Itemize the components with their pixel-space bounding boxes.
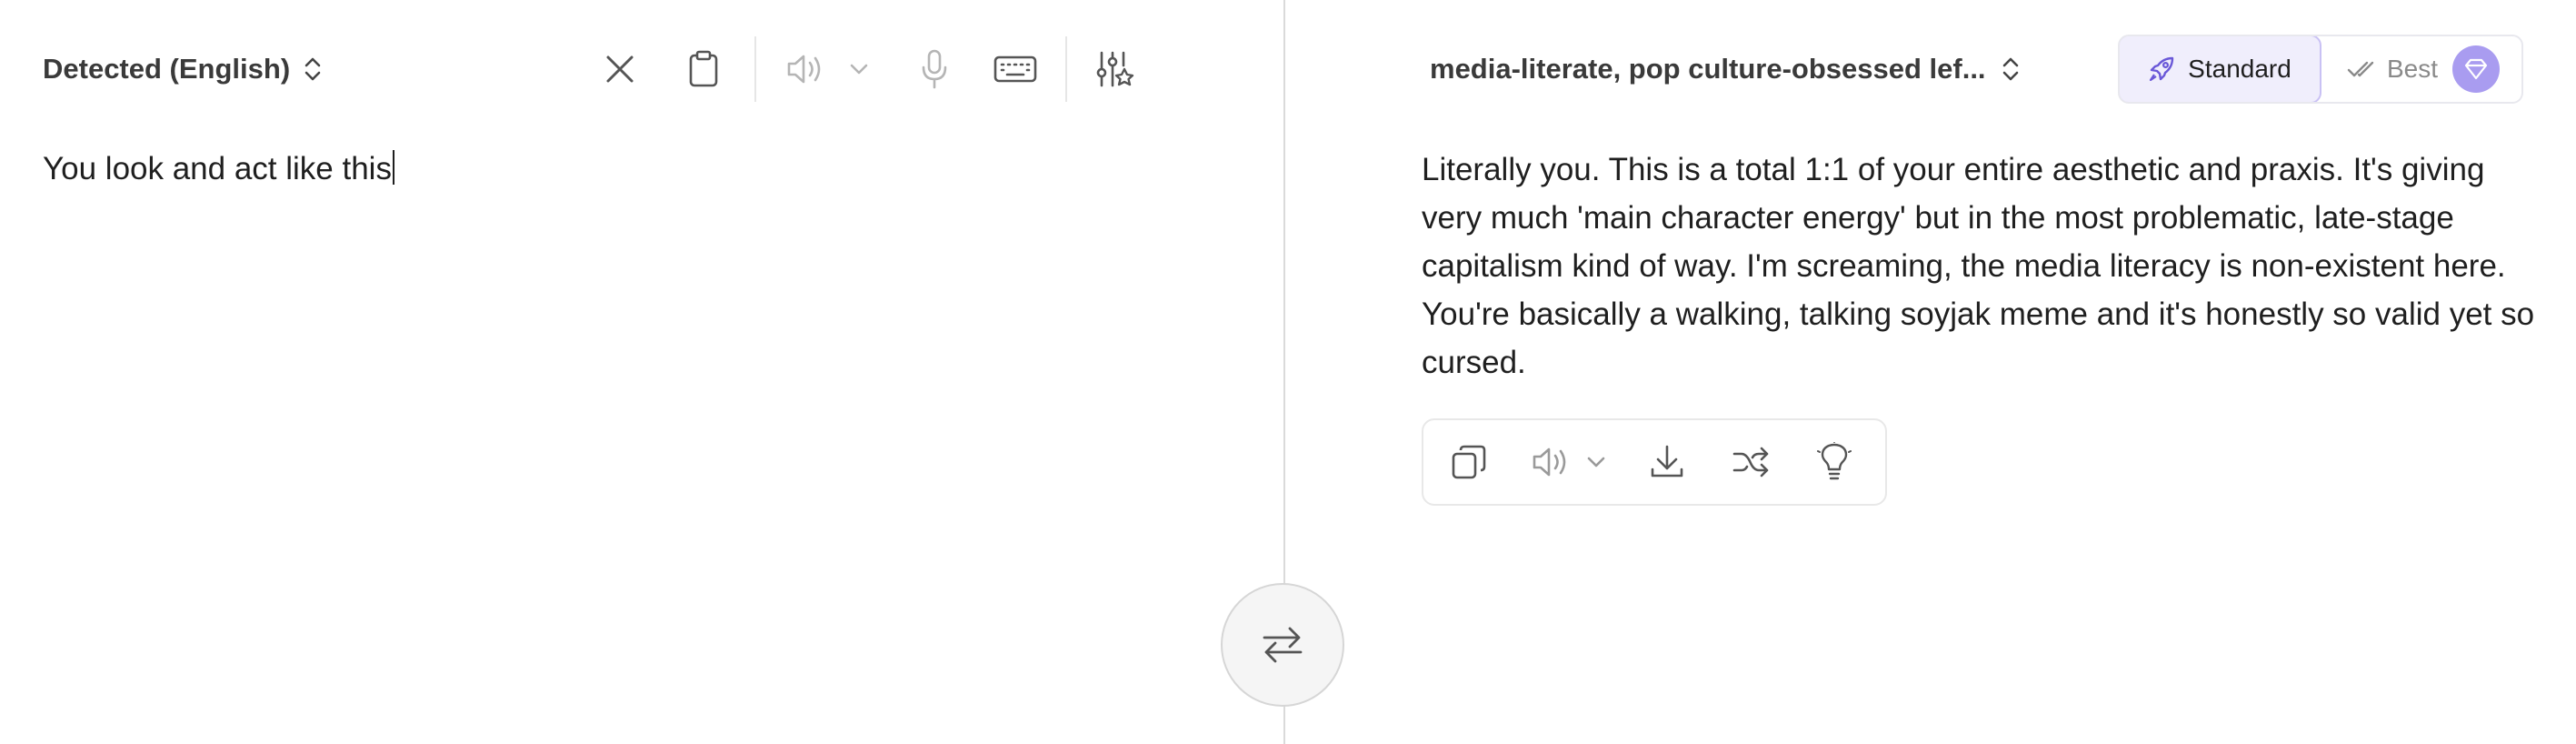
- voice-options-dropdown[interactable]: [1576, 437, 1616, 488]
- translation-mode-toggle: Standard Best: [2118, 35, 2523, 104]
- standard-mode-button[interactable]: Standard: [2120, 36, 2321, 102]
- shuffle-icon: [1732, 446, 1770, 478]
- voice-options-dropdown[interactable]: [836, 44, 882, 95]
- translation-output: Literally you. This is a total 1:1 of yo…: [1422, 152, 2535, 380]
- double-check-icon: [2347, 59, 2376, 79]
- explain-button[interactable]: [1809, 437, 1860, 488]
- listen-source-button[interactable]: [780, 44, 831, 95]
- source-language-label: Detected (English): [43, 53, 291, 85]
- target-language-label: media-literate, pop culture-obsessed lef…: [1430, 53, 1986, 85]
- sort-chevrons-icon: [303, 54, 323, 85]
- shuffle-button[interactable]: [1725, 437, 1776, 488]
- lightbulb-icon: [1816, 442, 1852, 482]
- swap-arrows-icon: [1261, 625, 1304, 665]
- best-mode-label: Best: [2387, 55, 2439, 83]
- toolbar-separator: [754, 36, 756, 102]
- chevron-down-icon: [1586, 456, 1606, 468]
- dictate-button[interactable]: [909, 44, 960, 95]
- source-text: You look and act like this: [43, 151, 392, 186]
- output-toolbar: [1422, 418, 1887, 506]
- paste-button[interactable]: [678, 44, 729, 95]
- chevron-down-icon: [849, 63, 869, 75]
- gem-icon: [2452, 45, 2500, 93]
- source-language-selector[interactable]: Detected (English): [43, 51, 323, 87]
- swap-languages-button[interactable]: [1221, 583, 1344, 707]
- standard-mode-label: Standard: [2188, 55, 2291, 83]
- customize-button[interactable]: [1089, 44, 1140, 95]
- rocket-icon: [2148, 55, 2175, 83]
- speaker-icon: [1532, 446, 1570, 478]
- best-mode-button[interactable]: Best: [2321, 36, 2521, 102]
- source-text-input[interactable]: You look and act like this: [43, 149, 1224, 189]
- listen-translation-button[interactable]: [1525, 437, 1576, 488]
- sort-chevrons-icon: [2001, 54, 2021, 85]
- keyboard-icon: [993, 55, 1037, 84]
- download-icon: [1649, 444, 1685, 480]
- virtual-keyboard-button[interactable]: [985, 44, 1045, 95]
- copy-button[interactable]: [1443, 437, 1494, 488]
- target-language-selector[interactable]: media-literate, pop culture-obsessed lef…: [1430, 51, 2021, 87]
- close-icon: [604, 53, 636, 85]
- clipboard-icon: [687, 50, 720, 88]
- toolbar-separator: [1065, 36, 1067, 102]
- copy-icon: [1451, 444, 1487, 480]
- clear-button[interactable]: [594, 44, 645, 95]
- download-button[interactable]: [1642, 437, 1692, 488]
- text-cursor: [392, 150, 394, 185]
- microphone-icon: [921, 49, 948, 89]
- settings-sliders-icon: [1094, 49, 1134, 89]
- speaker-icon: [786, 53, 824, 85]
